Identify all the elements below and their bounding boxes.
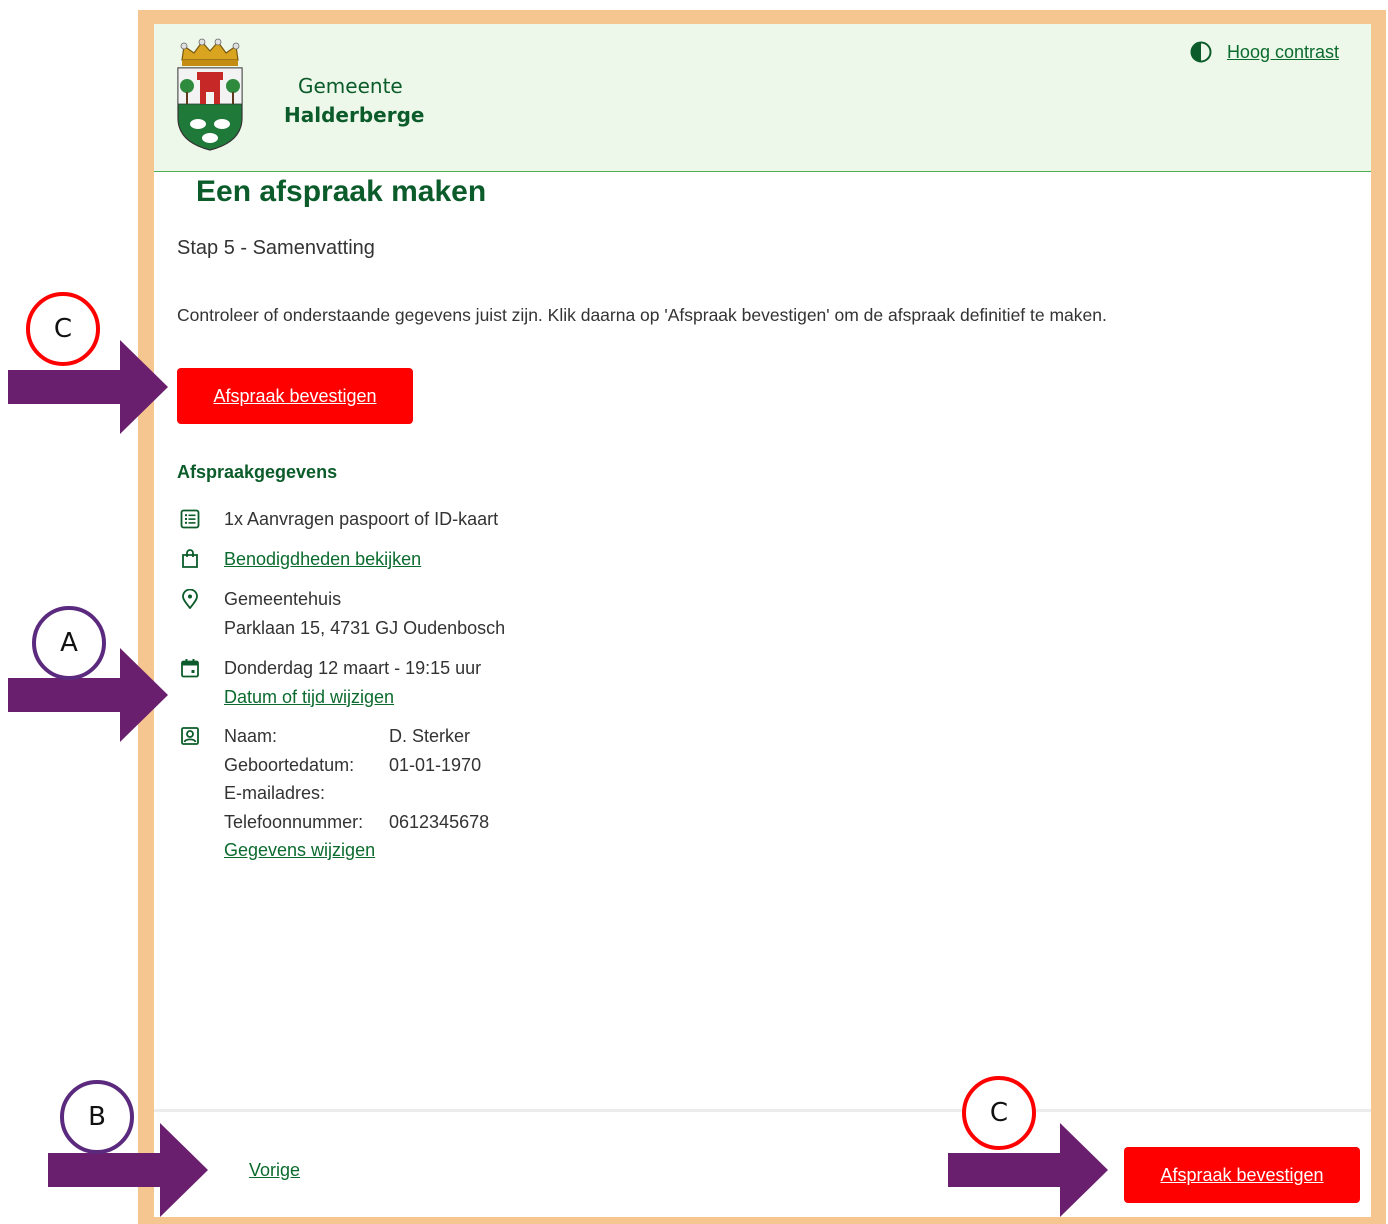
personal-details-row: Naam: D. Sterker Geboortedatum: 01-01-19… bbox=[180, 722, 489, 865]
person-value: 0612345678 bbox=[389, 811, 490, 832]
marker-c-top: C bbox=[26, 292, 100, 366]
person-value: 01-01-1970 bbox=[389, 754, 482, 775]
location-row: Gemeentehuis Parklaan 15, 4731 GJ Oudenb… bbox=[180, 585, 505, 642]
change-datetime-link[interactable]: Datum of tijd wijzigen bbox=[224, 687, 394, 707]
marker-a: A bbox=[32, 606, 106, 680]
person-label: E-mailadres: bbox=[224, 783, 326, 803]
personal-details-table: Naam: D. Sterker Geboortedatum: 01-01-19… bbox=[224, 722, 489, 836]
shopping-bag-icon bbox=[182, 549, 198, 568]
location-name: Gemeentehuis bbox=[224, 589, 342, 609]
person-label: Geboortedatum: bbox=[224, 754, 355, 775]
appointment-datetime: Donderdag 12 maart - 19:15 uur bbox=[224, 658, 482, 678]
page-title: Een afspraak maken bbox=[196, 175, 487, 208]
requirements-link[interactable]: Benodigdheden bekijken bbox=[224, 549, 421, 569]
change-details-link[interactable]: Gegevens wijzigen bbox=[224, 840, 375, 860]
footer-bar: Vorige Afspraak bevestigen bbox=[154, 1109, 1371, 1217]
datetime-row: Donderdag 12 maart - 19:15 uur Datum of … bbox=[180, 654, 481, 711]
person-label: Naam: bbox=[224, 726, 278, 746]
person-value bbox=[389, 779, 489, 808]
brand-line-2: Halderberge bbox=[284, 103, 425, 127]
product-text: 1x Aanvragen paspoort of ID-kaart bbox=[224, 509, 499, 529]
person-row-name: Naam: D. Sterker bbox=[224, 722, 489, 751]
location-pin-icon bbox=[182, 589, 198, 609]
location-address: Parklaan 15, 4731 GJ Oudenbosch bbox=[224, 617, 506, 638]
confirm-appointment-button[interactable]: Afspraak bevestigen bbox=[177, 368, 413, 424]
person-row-birthdate: Geboortedatum: 01-01-1970 bbox=[224, 751, 489, 780]
previous-link[interactable]: Vorige bbox=[249, 1160, 300, 1181]
person-row-email: E-mailadres: bbox=[224, 779, 489, 808]
coat-of-arms-logo bbox=[177, 38, 243, 151]
product-row: 1x Aanvragen paspoort of ID-kaart bbox=[180, 505, 498, 534]
step-indicator: Stap 5 - Samenvatting bbox=[177, 237, 375, 259]
person-label: Telefoonnummer: bbox=[224, 811, 364, 832]
site-header: Gemeente Halderberge Hoog contrast bbox=[154, 24, 1371, 172]
contrast-icon bbox=[1190, 41, 1212, 63]
calendar-icon bbox=[181, 659, 199, 678]
brand-name: Gemeente Halderberge bbox=[284, 72, 424, 130]
list-icon bbox=[180, 509, 200, 529]
brand-line-1: Gemeente bbox=[298, 74, 403, 98]
section-title: Afspraakgegevens bbox=[177, 462, 338, 482]
person-value: D. Sterker bbox=[389, 726, 471, 746]
appointment-page: Gemeente Halderberge Hoog contrast Een a… bbox=[154, 24, 1371, 1217]
marker-b: B bbox=[60, 1080, 134, 1154]
marker-c-bottom: C bbox=[962, 1076, 1036, 1150]
contact-card-icon bbox=[181, 727, 199, 745]
high-contrast-link[interactable]: Hoog contrast bbox=[1227, 42, 1339, 63]
person-row-phone: Telefoonnummer: 0612345678 bbox=[224, 808, 489, 837]
requirements-row: Benodigdheden bekijken bbox=[180, 545, 421, 574]
intro-text: Controleer of onderstaande gegevens juis… bbox=[177, 305, 1107, 325]
confirm-appointment-button-footer[interactable]: Afspraak bevestigen bbox=[1124, 1147, 1360, 1203]
high-contrast-toggle[interactable]: Hoog contrast bbox=[1189, 40, 1339, 64]
